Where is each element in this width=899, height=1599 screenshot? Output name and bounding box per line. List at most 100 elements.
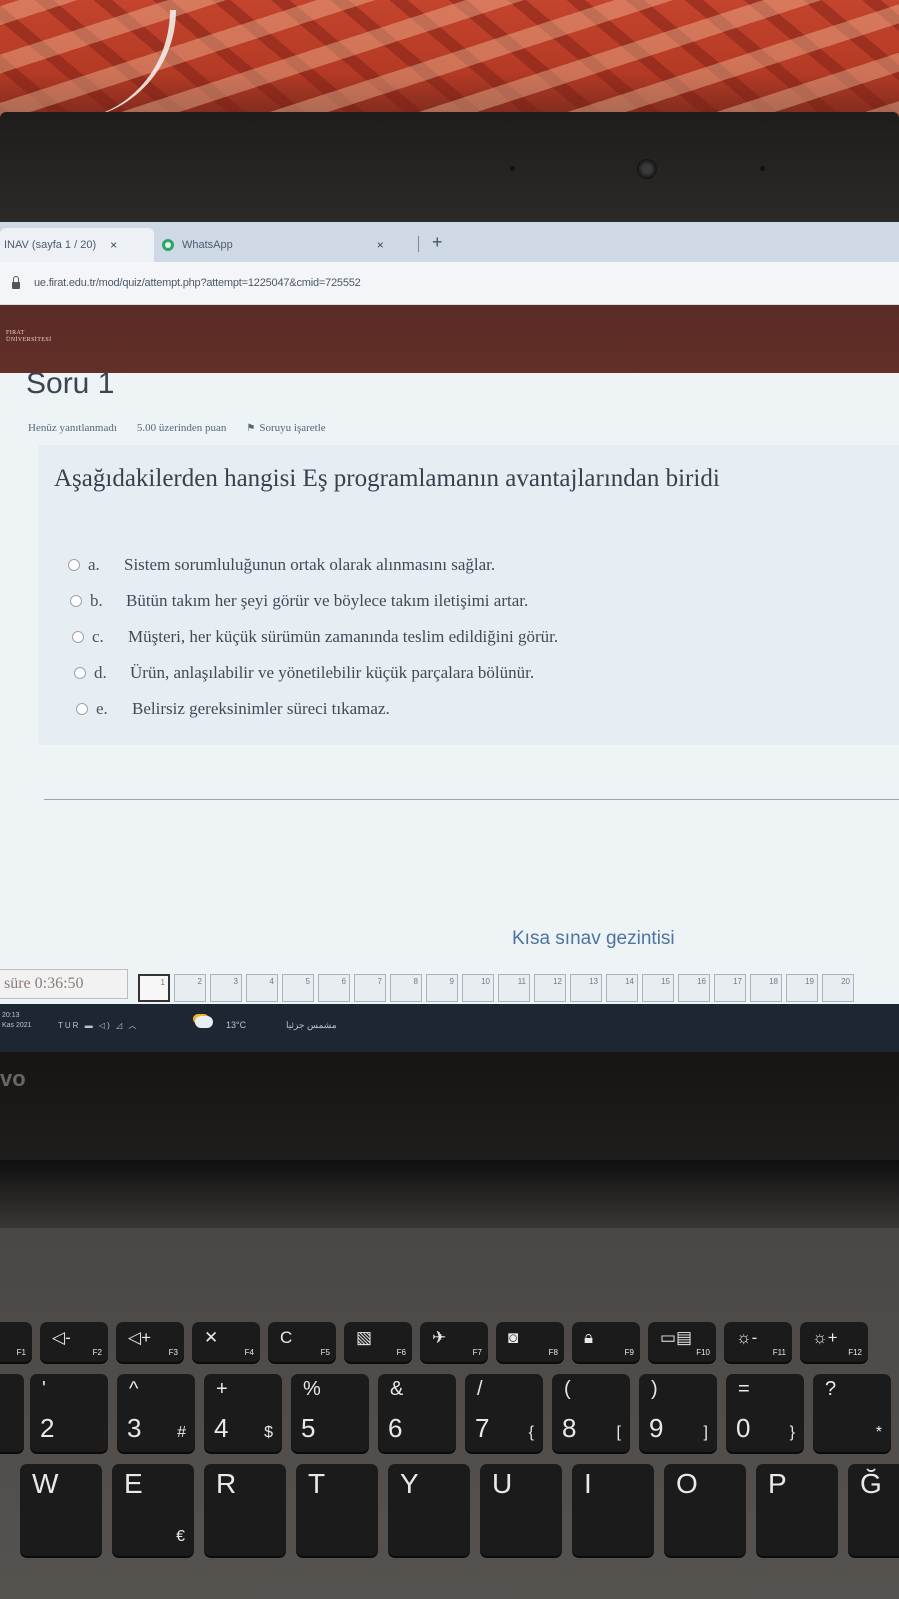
question-nav-button[interactable]: 5 [282,974,314,1002]
question-nav-button[interactable]: 3 [210,974,242,1002]
radio-button[interactable] [74,667,86,679]
radio-button[interactable] [70,595,82,607]
key-fn-label: F8 [548,1348,558,1357]
question-nav-button[interactable]: 17 [714,974,746,1002]
weather-icon[interactable] [195,1016,213,1028]
key-number[interactable]: ' 2 [30,1374,108,1452]
key-f12[interactable]: ☼+ F12 [800,1322,868,1362]
answer-option-d[interactable]: d. Ürün, anlaşılabilir ve yönetilebilir … [68,655,558,691]
key-letter[interactable]: U [480,1464,562,1556]
key-f6[interactable]: ▧ F6 [344,1322,412,1362]
key-number[interactable]: = 0} [726,1374,804,1452]
answer-option-c[interactable]: c. Müşteri, her küçük sürümün zamanında … [68,619,558,655]
logo-line: FIRAT [6,330,25,336]
question-nav-button[interactable]: 1 [138,974,170,1002]
close-icon[interactable]: × [377,238,384,252]
key-f7[interactable]: ✈ F7 [420,1322,488,1362]
key-f9[interactable]: 🔒︎ F9 [572,1322,640,1362]
key-number[interactable]: ) 9] [639,1374,717,1452]
answer-option-b[interactable]: b. Bütün takım her şeyi görür ve böylece… [68,583,558,619]
key-f1[interactable]: F1 [0,1322,32,1362]
key-fn-label: F7 [472,1348,482,1357]
key-symbol-icon: ✕ [204,1328,219,1347]
question-nav-button[interactable]: 20 [822,974,854,1002]
option-text: Sistem sorumluluğunun ortak olarak alınm… [124,555,496,574]
tab-whatsapp[interactable]: WhatsApp × [162,228,412,262]
laptop-hinge [0,1160,899,1230]
close-icon[interactable]: × [110,238,117,252]
url-text[interactable]: ue.firat.edu.tr/mod/quiz/attempt.php?att… [34,277,361,289]
wifi-icon[interactable]: ◿ [116,1021,124,1030]
weather-temperature[interactable]: 13°C [226,1020,246,1030]
radio-button[interactable] [72,631,84,643]
key-f5[interactable]: C F5 [268,1322,336,1362]
key-fn-label: F9 [624,1348,634,1357]
address-bar[interactable]: ue.firat.edu.tr/mod/quiz/attempt.php?att… [0,262,899,305]
new-tab-button[interactable]: + [432,232,443,253]
question-nav-button[interactable]: 13 [570,974,602,1002]
language-indicator[interactable]: TUR [58,1021,80,1030]
key-f8[interactable]: ◙ F8 [496,1322,564,1362]
radio-button[interactable] [76,703,88,715]
taskbar-clock[interactable]: 20:13 Kas 2021 [2,1011,32,1031]
key-number[interactable]: % 5 [291,1374,369,1452]
system-tray[interactable]: TUR ▬ ◁) ◿ ︿ [58,1020,138,1031]
question-nav-button[interactable]: 11 [498,974,530,1002]
radio-button[interactable] [68,559,80,571]
option-letter: d. [94,663,107,682]
key-letter[interactable]: P [756,1464,838,1556]
question-nav-button[interactable]: 10 [462,974,494,1002]
key-number[interactable]: & 6 [378,1374,456,1452]
question-nav-button[interactable]: 16 [678,974,710,1002]
university-logo[interactable]: FIRAT ÜNİVERSİTESİ [6,330,51,344]
sensor-dot [510,166,515,171]
key-main-char: E [124,1468,143,1499]
key-1[interactable] [0,1374,24,1452]
key-number[interactable]: (8 [ [552,1374,630,1452]
key-letter[interactable]: O [664,1464,746,1556]
question-nav-button[interactable]: 2 [174,974,206,1002]
chevron-up-icon[interactable]: ︿ [128,1021,138,1030]
flag-question-link[interactable]: ⚑ Soruyu işaretle [246,422,325,434]
question-title: Soru 1 [26,367,115,400]
key-f3[interactable]: ◁+ F3 [116,1322,184,1362]
key-f10[interactable]: ▭▤ F10 [648,1322,716,1362]
question-nav-button[interactable]: 18 [750,974,782,1002]
key-main-char: 5 [301,1413,316,1443]
key-letter[interactable]: W [20,1464,102,1556]
key-letter[interactable]: Y [388,1464,470,1556]
key-letter[interactable]: I [572,1464,654,1556]
key-letter[interactable]: R [204,1464,286,1556]
question-nav-button[interactable]: 9 [426,974,458,1002]
question-nav-button[interactable]: 7 [354,974,386,1002]
battery-icon[interactable]: ▬ [85,1021,95,1030]
key-main-char: 0 [736,1413,751,1443]
key-letter[interactable]: E € [112,1464,194,1556]
question-nav-button[interactable]: 12 [534,974,566,1002]
key-symbol-icon: C [280,1328,293,1347]
key-f4[interactable]: ✕ F4 [192,1322,260,1362]
question-nav-button[interactable]: 8 [390,974,422,1002]
weather-description[interactable]: مشمس جزئيا [286,1020,337,1031]
key-number[interactable]: +4 $ [204,1374,282,1452]
key-f11[interactable]: ☼- F11 [724,1322,792,1362]
question-nav-button[interactable]: 6 [318,974,350,1002]
key-alt-char: [ [616,1424,621,1441]
key-fn-label: F1 [16,1348,26,1357]
key-number[interactable]: ^ 3 # [117,1374,195,1452]
key-symbol-icon: ▧ [356,1328,373,1347]
question-nav-button[interactable]: 4 [246,974,278,1002]
key-number[interactable]: ? * [813,1374,891,1452]
answer-option-a[interactable]: a. Sistem sorumluluğunun ortak olarak al… [68,547,558,583]
key-letter[interactable]: Ğ [848,1464,899,1556]
question-nav-button[interactable]: 14 [606,974,638,1002]
key-f2[interactable]: ◁- F2 [40,1322,108,1362]
tab-quiz[interactable]: INAV (sayfa 1 / 20) × [0,228,154,262]
question-nav-button[interactable]: 15 [642,974,674,1002]
volume-icon[interactable]: ◁) [99,1021,112,1030]
key-number[interactable]: / 7 { [465,1374,543,1452]
question-nav-button[interactable]: 19 [786,974,818,1002]
key-top-char: = [738,1378,750,1400]
answer-option-e[interactable]: e. Belirsiz gereksinimler süreci tıkamaz… [68,691,558,727]
key-letter[interactable]: T [296,1464,378,1556]
